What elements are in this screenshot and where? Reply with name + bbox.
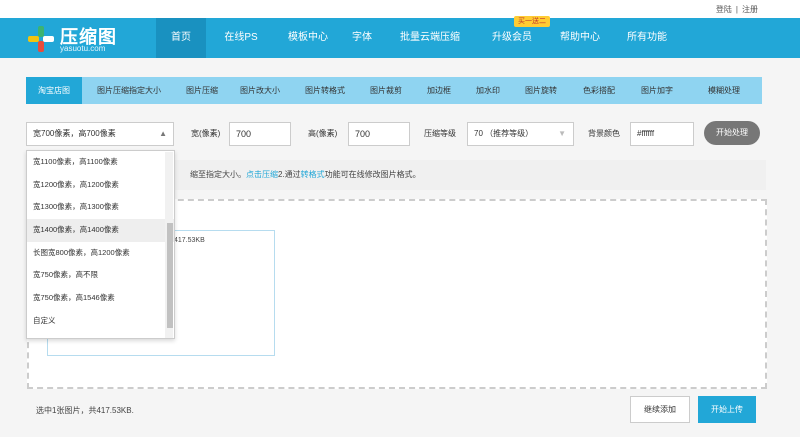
convert-link[interactable]: 转格式: [301, 170, 325, 179]
register-link[interactable]: 注册: [742, 5, 758, 14]
account-links: 登陆 | 注册: [714, 4, 760, 15]
width-label: 宽(像素): [191, 129, 221, 138]
tab-taobao[interactable]: 淘宝店图: [26, 77, 82, 104]
size-option[interactable]: 宽750像素，高不限: [27, 264, 174, 287]
size-preset-select[interactable]: 宽700像素，高700像素 ▲: [26, 122, 174, 146]
nav-all-features[interactable]: 所有功能: [612, 18, 682, 58]
size-option[interactable]: 宽1100像素，高1100像素: [27, 151, 174, 174]
nav-home[interactable]: 首页: [156, 18, 206, 58]
tab-compress[interactable]: 图片压缩: [176, 77, 228, 104]
start-upload-button[interactable]: 开始上传: [698, 396, 756, 423]
tab-compress-size[interactable]: 图片压缩指定大小: [82, 77, 176, 104]
logo[interactable]: 压缩图 yasuotu.com: [28, 24, 138, 54]
continue-add-button[interactable]: 继续添加: [630, 396, 690, 423]
top-bar: 登陆 | 注册: [0, 0, 800, 18]
caret-down-icon: ▼: [558, 129, 566, 138]
tab-color-match[interactable]: 色彩搭配: [570, 77, 628, 104]
options-row: 宽700像素，高700像素 ▲ 宽(像素) 700 高(像素) 700 压缩等级…: [26, 121, 766, 149]
logo-icon: [28, 26, 54, 52]
status-text: 选中1张图片，共417.53KB.: [36, 406, 134, 415]
bg-color-label: 背景颜色: [588, 129, 620, 138]
size-option[interactable]: 宽750像素，高1546像素: [27, 287, 174, 310]
nav-templates[interactable]: 模板中心: [276, 18, 340, 58]
tab-crop[interactable]: 图片裁剪: [358, 77, 414, 104]
size-option[interactable]: 宽1200像素，高1200像素: [27, 174, 174, 197]
quality-select[interactable]: 70 （推荐等级） ▼: [467, 122, 574, 146]
nav-items: 首页 在线PS 模板中心 字体 批量云端压缩 升级会员 买一送二 帮助中心 所有…: [156, 16, 682, 58]
start-process-button[interactable]: 开始处理: [704, 121, 760, 145]
compress-link[interactable]: 点击压缩: [246, 170, 278, 179]
quality-label: 压缩等级: [424, 129, 456, 138]
tab-border[interactable]: 加边框: [414, 77, 464, 104]
size-option[interactable]: 宽1400像素，高1400像素: [27, 219, 174, 242]
brand-domain: yasuotu.com: [60, 44, 106, 53]
caret-up-icon: ▲: [159, 129, 167, 138]
size-preset-dropdown: 宽1100像素，高1100像素 宽1200像素，高1200像素 宽1300像素，…: [26, 150, 175, 339]
dropdown-scroll-thumb[interactable]: [167, 223, 173, 328]
width-input[interactable]: 700: [229, 122, 291, 146]
nav-online-ps[interactable]: 在线PS: [206, 18, 276, 58]
main-nav: 压缩图 yasuotu.com 首页 在线PS 模板中心 字体 批量云端压缩 升…: [0, 16, 800, 58]
height-label: 高(像素): [308, 129, 338, 138]
login-link[interactable]: 登陆: [716, 5, 732, 14]
nav-batch-compress[interactable]: 批量云端压缩: [384, 18, 476, 58]
file-size: 417.53KB: [174, 237, 205, 244]
nav-fonts[interactable]: 字体: [340, 18, 384, 58]
size-option[interactable]: 宽1300像素，高1300像素: [27, 196, 174, 219]
tool-tabs: 淘宝店图 图片压缩指定大小 图片压缩 图片改大小 图片转格式 图片裁剪 加边框 …: [26, 77, 762, 104]
bg-color-input[interactable]: #ffffff: [630, 122, 694, 146]
nav-help[interactable]: 帮助中心: [548, 18, 612, 58]
tab-add-text[interactable]: 图片加字: [628, 77, 686, 104]
nav-upgrade[interactable]: 升级会员 买一送二: [476, 16, 550, 58]
height-input[interactable]: 700: [348, 122, 410, 146]
separator: |: [735, 5, 738, 14]
size-option[interactable]: 自定义: [27, 310, 174, 333]
tab-rotate[interactable]: 图片旋转: [512, 77, 570, 104]
promo-badge: 买一送二: [514, 16, 550, 27]
tab-blur[interactable]: 模糊处理: [686, 77, 762, 104]
tab-convert[interactable]: 图片转格式: [292, 77, 358, 104]
size-option[interactable]: 长图宽800像素，高1200像素: [27, 242, 174, 265]
tab-watermark[interactable]: 加水印: [464, 77, 512, 104]
tab-resize[interactable]: 图片改大小: [228, 77, 292, 104]
